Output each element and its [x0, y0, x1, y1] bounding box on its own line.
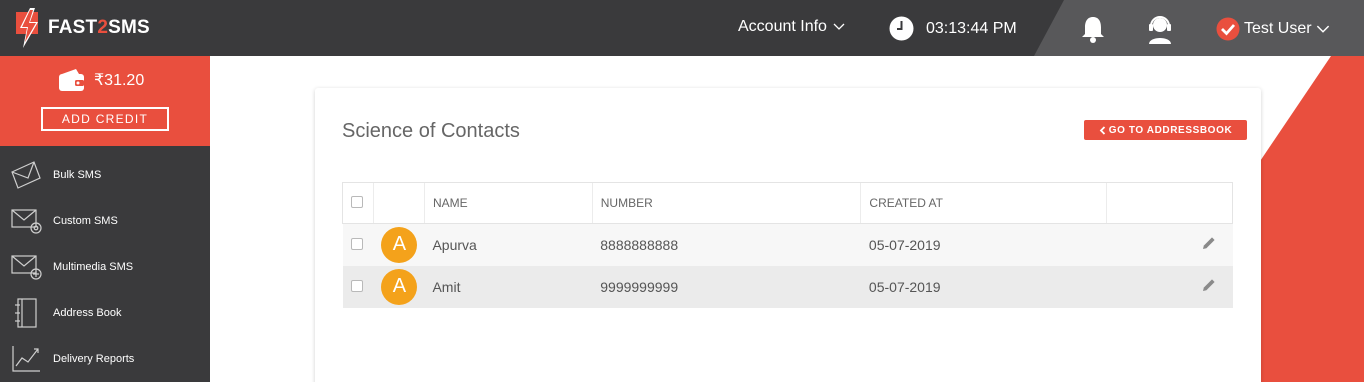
brand-name: FAST2SMS [48, 17, 150, 38]
lightning-logo-icon [16, 8, 38, 48]
sidebar-item-label: Delivery Reports [53, 353, 135, 365]
brand-logo[interactable]: FAST2SMS [14, 8, 150, 48]
sidebar-item-custom-sms[interactable]: Custom SMS [0, 198, 210, 244]
table-row[interactable]: A Apurva 8888888888 05-07-2019 [342, 223, 1233, 266]
page-title: Science of Contacts [342, 120, 520, 142]
row-checkbox[interactable] [350, 237, 363, 250]
contact-number: 9999999999 [600, 278, 679, 295]
account-info-dropdown[interactable]: Account Info [738, 18, 845, 36]
add-credit-button[interactable]: ADD CREDIT [41, 107, 169, 131]
chevron-left-icon [1099, 125, 1105, 135]
balance-amount: ₹31.20 [94, 72, 145, 89]
wallet-panel: ₹31.20 ADD CREDIT [0, 56, 210, 146]
select-all-checkbox[interactable] [351, 195, 363, 208]
row-checkbox[interactable] [350, 279, 363, 292]
clock-icon [889, 16, 914, 41]
envelope-plus-icon [11, 255, 42, 280]
contacts-card: Science of Contacts GO TO ADDRESSBOOK NA… [315, 88, 1261, 382]
clock-time: 03:13:44 PM [926, 19, 1017, 37]
user-menu[interactable]: Test User [1216, 17, 1330, 41]
contact-created-at: 05-07-2019 [868, 278, 941, 295]
background-accent-shape [1254, 56, 1364, 382]
wallet-balance: ₹31.20 [58, 68, 144, 92]
pencil-edit-icon[interactable] [1201, 277, 1217, 293]
top-navbar: FAST2SMS Account Info 03:13:44 PM Test U… [0, 0, 1364, 56]
envelope-icon [11, 161, 41, 189]
go-to-addressbook-button[interactable]: GO TO ADDRESSBOOK [1084, 120, 1247, 140]
chart-report-icon [12, 346, 40, 372]
verified-check-icon [1216, 17, 1240, 41]
sidebar-item-label: Custom SMS [53, 215, 118, 227]
sidebar-item-label: Address Book [53, 307, 122, 319]
envelope-gear-icon [11, 209, 42, 234]
table-header-row: NAME NUMBER CREATED AT [342, 182, 1233, 224]
number-column-header: NUMBER [591, 182, 861, 224]
created-at-column-header: CREATED AT [860, 182, 1107, 224]
sidebar-item-address-book[interactable]: Address Book [0, 290, 210, 336]
go-to-addressbook-label: GO TO ADDRESSBOOK [1108, 124, 1233, 136]
sidebar-item-label: Multimedia SMS [53, 261, 134, 273]
contact-created-at: 05-07-2019 [868, 236, 941, 253]
table-row[interactable]: A Amit 9999999999 05-07-2019 [342, 265, 1233, 308]
sidebar: ₹31.20 ADD CREDIT Bulk SMS Custom SMS Mu… [0, 56, 210, 382]
sidebar-item-multimedia-sms[interactable]: Multimedia SMS [0, 244, 210, 290]
sidebar-nav: Bulk SMS Custom SMS Multimedia SMS Addre… [0, 152, 210, 382]
sidebar-item-bulk-sms[interactable]: Bulk SMS [0, 152, 210, 198]
actions-column-header [1106, 182, 1233, 224]
support-headset-icon[interactable] [1146, 14, 1174, 44]
wallet-icon [59, 69, 84, 91]
contact-name: Apurva [432, 236, 477, 253]
avatar: A [381, 226, 418, 263]
notebook-icon [15, 298, 37, 328]
pencil-edit-icon[interactable] [1201, 235, 1217, 251]
avatar: A [381, 268, 418, 305]
chevron-down-icon [833, 23, 845, 30]
bell-icon[interactable] [1080, 15, 1106, 43]
chevron-down-icon [1316, 25, 1329, 33]
contacts-table: NAME NUMBER CREATED AT A Apurva 88888888… [342, 182, 1233, 308]
name-column-header: NAME [423, 182, 593, 224]
contact-name: Amit [432, 278, 461, 295]
server-clock: 03:13:44 PM [889, 16, 1017, 41]
sidebar-item-label: Bulk SMS [53, 169, 102, 181]
user-name: Test User [1244, 20, 1312, 37]
contact-number: 8888888888 [600, 236, 679, 253]
sidebar-item-delivery-reports[interactable]: Delivery Reports [0, 336, 210, 382]
avatar-column-header [372, 182, 425, 224]
account-info-label: Account Info [738, 18, 827, 35]
